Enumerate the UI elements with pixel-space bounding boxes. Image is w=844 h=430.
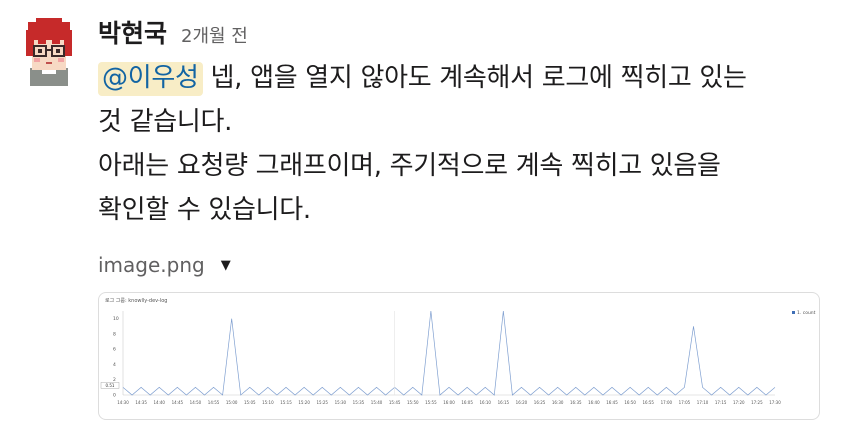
- x-tick-label: 16:50: [624, 400, 636, 405]
- x-tick-label: 16:35: [570, 400, 582, 405]
- x-tick-label: 16:30: [552, 400, 564, 405]
- user-mention[interactable]: @이우성: [98, 62, 203, 96]
- x-tick-label: 15:10: [262, 400, 274, 405]
- x-tick-label: 16:05: [461, 400, 473, 405]
- y-tick-label: 8: [113, 331, 116, 337]
- x-tick-label: 16:40: [588, 400, 600, 405]
- author-name[interactable]: 박현국: [98, 14, 167, 50]
- avatar[interactable]: [22, 16, 76, 86]
- x-tick-label: 17:25: [751, 400, 763, 405]
- x-tick-label: 17:10: [697, 400, 709, 405]
- x-tick-label: 14:35: [135, 400, 147, 405]
- legend-swatch: [792, 311, 795, 314]
- x-tick-label: 16:15: [498, 400, 510, 405]
- x-tick-label: 15:20: [298, 400, 310, 405]
- y-tick-label: 6: [113, 347, 116, 353]
- x-tick-label: 17:00: [661, 400, 673, 405]
- caret-down-icon: ▼: [220, 257, 231, 273]
- x-tick-label: 15:35: [353, 400, 365, 405]
- y-tick-label: 0: [113, 393, 116, 399]
- message-line-1: @이우성 넵, 앱을 열지 않아도 계속해서 로그에 찍히고 있는: [98, 56, 838, 100]
- x-tick-label: 16:25: [534, 400, 546, 405]
- threshold-label: 0.51: [106, 383, 115, 388]
- x-tick-label: 15:05: [244, 400, 256, 405]
- x-tick-label: 14:45: [172, 400, 184, 405]
- x-tick-label: 14:30: [117, 400, 129, 405]
- timestamp[interactable]: 2개월 전: [181, 22, 248, 48]
- x-tick-label: 15:00: [226, 400, 238, 405]
- x-tick-label: 17:05: [679, 400, 691, 405]
- series-line: [122, 310, 776, 396]
- legend-label: 1. count: [797, 310, 816, 316]
- x-tick-label: 14:55: [208, 400, 220, 405]
- image-attachment[interactable]: 로그 그룹: knowlly-dev-log 1. count 0 2 4 6 8 10 1…: [98, 292, 820, 420]
- attachment-filename: image.png: [98, 253, 205, 277]
- x-tick-label: 16:45: [606, 400, 618, 405]
- x-tick-label: 17:15: [715, 400, 727, 405]
- message-line-3: 아래는 요청량 그래프이며, 주기적으로 계속 찍히고 있음을: [98, 151, 721, 181]
- x-tick-label: 15:25: [316, 400, 328, 405]
- chart-title: 로그 그룹: knowlly-dev-log: [105, 298, 167, 304]
- x-tick-label: 15:45: [389, 400, 401, 405]
- message-line-1-text: 넵, 앱을 열지 않아도 계속해서 로그에 찍히고 있는: [202, 63, 747, 93]
- request-count-chart: 로그 그룹: knowlly-dev-log 1. count 02468101…: [100, 298, 816, 405]
- x-tick-label: 14:50: [190, 400, 202, 405]
- attachment-toggle[interactable]: image.png ▼: [98, 250, 231, 280]
- x-tick-label: 15:50: [407, 400, 419, 405]
- message-line-2: 것 같습니다.: [98, 107, 233, 137]
- message-body: @이우성 넵, 앱을 열지 않아도 계속해서 로그에 찍히고 있는 것 같습니다…: [98, 56, 838, 232]
- x-tick-label: 16:20: [516, 400, 528, 405]
- y-tick-label: 10: [113, 316, 119, 322]
- x-tick-label: 15:15: [280, 400, 292, 405]
- y-tick-label: 4: [113, 362, 116, 368]
- message-header: 박현국 2개월 전: [98, 14, 248, 48]
- x-tick-label: 15:40: [371, 400, 383, 405]
- x-tick-label: 15:30: [335, 400, 347, 405]
- x-tick-label: 17:30: [769, 400, 781, 405]
- x-tick-label: 16:00: [443, 400, 455, 405]
- x-tick-label: 17:20: [733, 400, 745, 405]
- x-tick-label: 15:55: [425, 400, 437, 405]
- message-line-4: 확인할 수 있습니다.: [98, 195, 311, 225]
- x-tick-label: 16:10: [479, 400, 491, 405]
- avatar-image: [26, 18, 72, 86]
- x-tick-label: 16:55: [642, 400, 654, 405]
- x-tick-label: 14:40: [153, 400, 165, 405]
